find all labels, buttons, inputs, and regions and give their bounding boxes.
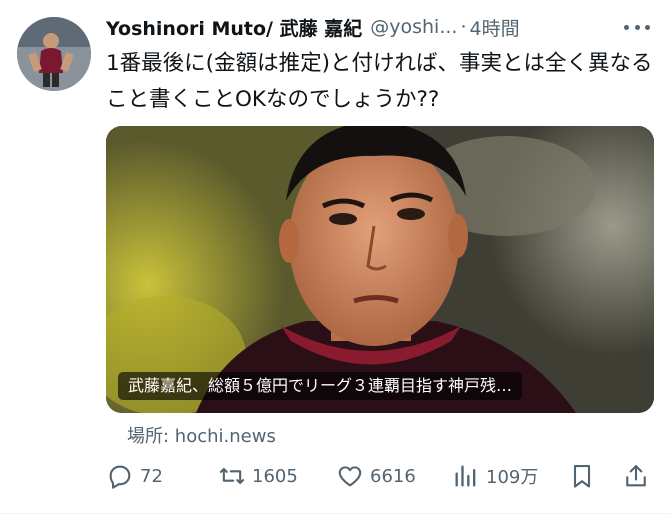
bookmark-icon — [573, 465, 591, 488]
share-button[interactable] — [622, 458, 656, 494]
author-handle[interactable]: @yoshi... — [370, 16, 457, 38]
reply-count: 72 — [140, 465, 163, 487]
like-button[interactable]: 6616 — [336, 458, 416, 494]
divider — [0, 513, 670, 514]
retweet-icon — [219, 467, 245, 485]
views-count: 109万 — [486, 467, 539, 488]
views-icon — [455, 465, 476, 487]
card-title: 武藤嘉紀、総額５億円でリーグ３連覇目指す神戸残… — [118, 372, 523, 400]
share-icon — [626, 465, 646, 487]
reply-icon — [109, 465, 131, 489]
bookmark-button[interactable] — [568, 458, 602, 494]
tweet-header: Yoshinori Muto/ 武藤 嘉紀 @yoshi... · 4時間 — [106, 11, 652, 43]
more-options-icon[interactable] — [622, 17, 652, 37]
author-avatar[interactable] — [17, 17, 91, 91]
avatar-image — [17, 17, 91, 91]
retweet-button[interactable]: 1605 — [218, 458, 298, 494]
card-source-domain[interactable]: 場所: hochi.news — [127, 422, 276, 448]
link-card[interactable]: 武藤嘉紀、総額５億円でリーグ３連覇目指す神戸残… — [106, 126, 654, 413]
retweet-count: 1605 — [252, 465, 298, 487]
tweet-actions-bar: 72 1605 6616 109万 — [106, 458, 654, 494]
author-display-name[interactable]: Yoshinori Muto/ 武藤 嘉紀 — [106, 14, 362, 41]
reply-button[interactable]: 72 — [106, 458, 163, 494]
tweet-timestamp[interactable]: 4時間 — [470, 14, 520, 41]
like-count: 6616 — [370, 465, 416, 487]
heart-icon — [338, 466, 362, 487]
header-separator: · — [460, 16, 467, 38]
tweet-text: 1番最後に(金額は推定)と付ければ、事実とは全く異なること書くことOKなのでしょ… — [106, 51, 653, 112]
card-image — [106, 126, 654, 413]
views-button[interactable]: 109万 — [452, 458, 538, 494]
